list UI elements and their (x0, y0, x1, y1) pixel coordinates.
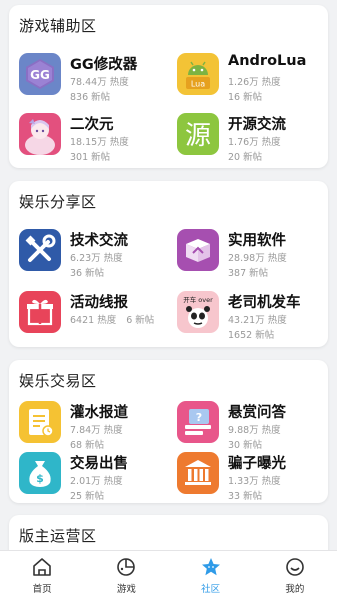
section-moderator-ops: 版主运营区 (9, 515, 328, 550)
forum-item-scam[interactable]: 骗子曝光 1.33万 热度 33 新帖 (177, 452, 332, 502)
nav-home[interactable]: 首页 (0, 551, 84, 600)
forum-item-gg-modifier[interactable]: GG GG修改器 78.44万 热度 836 新帖 (19, 53, 174, 103)
heat-count: 18.15万 热度 (70, 137, 129, 148)
forum-name: 实用软件 (228, 233, 286, 249)
forum-name: 开源交流 (228, 117, 286, 133)
nav-profile[interactable]: 我的 (253, 551, 337, 600)
bank-icon (177, 452, 219, 494)
money-bag-icon: $ (19, 452, 61, 494)
smile-icon (284, 556, 306, 578)
box-icon (177, 229, 219, 271)
forum-item-driver[interactable]: 开车 over 老司机发车 43.21万 热度 1652 新帖 (177, 291, 332, 341)
forum-item-anime[interactable]: 二次元 18.15万 热度 301 新帖 (19, 113, 174, 163)
forum-scroll-area[interactable]: 游戏辅助区 GG GG修改器 78.44万 热度 836 新帖 Lua Andr… (0, 0, 337, 550)
post-count: 36 新帖 (70, 268, 105, 279)
post-count: 33 新帖 (228, 491, 263, 502)
section-title: 娱乐交易区 (19, 372, 97, 390)
androlua-icon: Lua (177, 53, 219, 95)
svg-text:?: ? (196, 411, 202, 424)
notepad-icon (19, 401, 61, 443)
heat-count: 9.88万 热度 (228, 425, 281, 436)
heat-count: 2.01万 热度 (70, 476, 123, 487)
home-icon (31, 556, 53, 578)
tools-icon (19, 229, 61, 271)
forum-item-chat[interactable]: 灌水报道 7.84万 热度 68 新帖 (19, 401, 174, 451)
bottom-navigation: 首页 游戏 社区 我的 (0, 550, 337, 600)
gg-modifier-icon: GG (19, 53, 61, 95)
forum-name: 老司机发车 (228, 295, 301, 311)
post-count: 30 新帖 (228, 440, 263, 451)
anime-girl-icon (19, 113, 61, 155)
nav-label: 首页 (32, 584, 52, 595)
section-game-assist: 游戏辅助区 GG GG修改器 78.44万 热度 836 新帖 Lua Andr… (9, 5, 328, 168)
gift-icon (19, 291, 61, 333)
post-count: 68 新帖 (70, 440, 105, 451)
post-count: 25 新帖 (70, 491, 105, 502)
panda-meme-icon: 开车 over (177, 291, 219, 333)
section-title: 游戏辅助区 (19, 17, 97, 35)
forum-name: 交易出售 (70, 456, 128, 472)
post-count: 387 新帖 (228, 268, 269, 279)
forum-item-software[interactable]: 实用软件 28.98万 热度 387 新帖 (177, 229, 332, 279)
heat-count: 43.21万 热度 (228, 315, 287, 326)
svg-text:GG: GG (30, 68, 50, 82)
question-icon: ? (177, 401, 219, 443)
forum-name: 活动线报 (70, 295, 128, 311)
post-count: 6 新帖 (126, 315, 155, 326)
svg-text:$: $ (36, 472, 44, 485)
post-count: 836 新帖 (70, 92, 111, 103)
star-icon (200, 556, 222, 578)
forum-item-androlua[interactable]: Lua AndroLua 1.26万 热度 16 新帖 (177, 53, 332, 103)
heat-count: 1.76万 热度 (228, 137, 281, 148)
heat-count: 1.33万 热度 (228, 476, 281, 487)
forum-item-events[interactable]: 活动线报 6421 热度 6 新帖 (19, 291, 174, 341)
forum-name: 二次元 (70, 117, 114, 133)
forum-name: AndroLua (228, 53, 307, 69)
heat-count: 6.23万 热度 (70, 253, 123, 264)
post-count: 301 新帖 (70, 152, 111, 163)
nav-label: 社区 (201, 584, 221, 595)
section-title: 娱乐分享区 (19, 193, 97, 211)
heat-count: 78.44万 热度 (70, 77, 129, 88)
heat-count: 1.26万 热度 (228, 77, 281, 88)
forum-item-sale[interactable]: $ 交易出售 2.01万 热度 25 新帖 (19, 452, 174, 502)
forum-name: 悬赏问答 (228, 405, 286, 421)
meme-caption: 开车 over (183, 295, 213, 304)
forum-name: 技术交流 (70, 233, 128, 249)
heat-count: 7.84万 热度 (70, 425, 123, 436)
section-entertainment-share: 娱乐分享区 技术交流 6.23万 热度 36 新帖 实用软件 28.98万 热度… (9, 181, 328, 347)
nav-games[interactable]: 游戏 (84, 551, 168, 600)
post-count: 20 新帖 (228, 152, 263, 163)
nav-label: 游戏 (116, 584, 136, 595)
forum-name: 灌水报道 (70, 405, 128, 421)
forum-item-open-source[interactable]: 源 开源交流 1.76万 热度 20 新帖 (177, 113, 332, 163)
forum-name: 骗子曝光 (228, 456, 286, 472)
game-icon (115, 556, 137, 578)
post-count: 1652 新帖 (228, 330, 275, 341)
heat-count: 6421 热度 (70, 315, 117, 326)
section-title: 版主运营区 (19, 527, 97, 545)
svg-text:Lua: Lua (191, 80, 205, 89)
section-entertainment-trade: 娱乐交易区 灌水报道 7.84万 热度 68 新帖 ? 悬赏问答 9.88万 热… (9, 360, 328, 503)
forum-name: GG修改器 (70, 57, 138, 73)
nav-community[interactable]: 社区 (169, 551, 253, 600)
heat-count: 28.98万 热度 (228, 253, 287, 264)
forum-item-bounty[interactable]: ? 悬赏问答 9.88万 热度 30 新帖 (177, 401, 332, 451)
post-count: 16 新帖 (228, 92, 263, 103)
nav-label: 我的 (285, 584, 305, 595)
forum-item-tech[interactable]: 技术交流 6.23万 热度 36 新帖 (19, 229, 174, 279)
source-char-icon: 源 (177, 113, 219, 155)
source-char-glyph: 源 (185, 121, 211, 151)
